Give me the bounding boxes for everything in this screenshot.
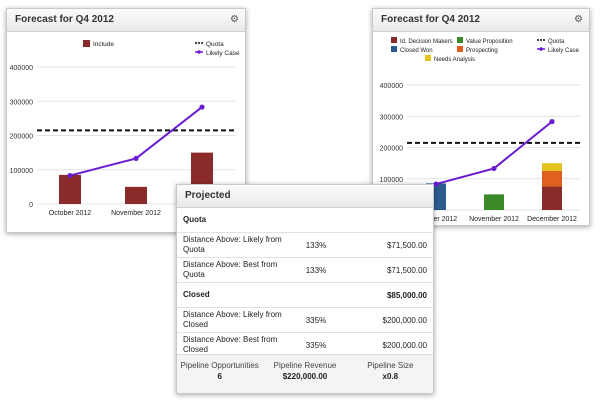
cell-label: Distance Above: Best from Quota	[177, 257, 300, 283]
bar-include	[59, 174, 81, 204]
y-tick-label: 100000	[10, 168, 33, 175]
cell-amount	[355, 208, 433, 233]
legend-closed-won-swatch	[391, 46, 397, 52]
y-tick-label: 0	[29, 202, 33, 209]
cell-pct	[299, 282, 356, 308]
pipeline-size: Pipeline Size x0.8	[348, 355, 433, 393]
cell-amount: $200,000.00	[355, 307, 433, 333]
bar-needs-analysis	[542, 163, 562, 171]
x-tick-label: November 2012	[111, 210, 161, 217]
bar-prospecting	[542, 170, 562, 187]
cell-pct: 133%	[299, 232, 356, 258]
likely-case-line	[69, 106, 203, 177]
projected-table: Quota Distance Above: Likely from Quota 13…	[177, 208, 433, 358]
section-row: Closed $85,000.00	[177, 282, 433, 308]
likely-case-point	[67, 172, 73, 179]
y-tick-label: 400000	[380, 83, 403, 90]
legend-likely-dot	[197, 50, 201, 54]
pipeline-revenue-value: $220,000.00	[282, 372, 328, 381]
y-tick-label: 300000	[10, 99, 33, 106]
likely-case-point	[549, 118, 555, 125]
pipeline-revenue-label: Pipeline Revenue	[273, 361, 337, 370]
y-tick-label: 100000	[380, 177, 403, 184]
pipeline-size-label: Pipeline Size	[367, 361, 414, 370]
pipeline-opportunities-label: Pipeline Opportunities	[180, 361, 259, 370]
section-row: Quota	[177, 208, 433, 233]
y-tick-label: 300000	[380, 114, 403, 121]
legend-swatch-include	[83, 40, 90, 47]
projected-panel: Projected Quota Distance Above: Likely fr…	[176, 184, 434, 394]
bar-id-decision-makers	[542, 186, 562, 210]
legend-include-label: Include	[93, 41, 114, 48]
likely-case-point	[433, 181, 439, 187]
right-forecast-title: Forecast for Q4 2012	[381, 14, 480, 25]
cell-pct: 133%	[299, 257, 356, 283]
gear-icon[interactable]: ⚙	[230, 9, 239, 31]
cell-amount: $71,500.00	[355, 257, 433, 283]
legend-value-proposition-label: Value Proposition	[466, 39, 513, 45]
legend-id-decision-makers-swatch	[391, 37, 397, 43]
cell-label: Quota	[177, 208, 300, 233]
pipeline-summary: Pipeline Opportunities 6 Pipeline Revenu…	[177, 354, 433, 393]
legend-value-proposition-swatch	[457, 37, 463, 43]
pipeline-size-value: x0.8	[382, 372, 399, 381]
y-tick-label: 400000	[10, 65, 33, 72]
table-row: Distance Above: Likely from Quota 133% $71…	[177, 232, 433, 258]
x-tick-label: December 2012	[527, 216, 577, 223]
pipeline-opportunities: Pipeline Opportunities 6	[177, 355, 262, 393]
legend-likely-dot	[539, 47, 543, 51]
x-tick-label: October 2012	[49, 210, 92, 217]
bar-value-proposition	[484, 194, 504, 210]
legend-likely-label: Likely Case	[548, 48, 580, 54]
legend-closed-won-label: Closed Won	[400, 48, 433, 54]
legend-needs-analysis-label: Needs Analysis	[434, 57, 475, 63]
legend-needs-analysis-swatch	[425, 55, 431, 61]
legend-id-decision-makers-label: Id. Decision Makers	[400, 39, 453, 45]
x-tick-label: November 2012	[469, 216, 519, 223]
pipeline-revenue: Pipeline Revenue $220,000.00	[262, 355, 347, 393]
left-forecast-title: Forecast for Q4 2012	[15, 14, 114, 25]
right-forecast-header: Forecast for Q4 2012 ⚙	[373, 9, 589, 32]
cell-amount: $85,000.00	[355, 282, 433, 308]
cell-amount: $71,500.00	[355, 232, 433, 258]
likely-case-point	[133, 155, 139, 162]
legend-quota-label: Quota	[548, 39, 565, 45]
cell-label: Distance Above: Likely from Closed	[177, 307, 300, 333]
pipeline-opportunities-value: 6	[217, 372, 222, 381]
y-tick-label: 200000	[380, 146, 403, 153]
cell-label: Closed	[177, 282, 300, 308]
legend-likely-label: Likely Case	[206, 50, 240, 57]
gear-icon[interactable]: ⚙	[574, 9, 583, 31]
bar-include	[125, 186, 147, 204]
left-forecast-header: Forecast for Q4 2012 ⚙	[7, 9, 245, 32]
legend-quota-label: Quota	[206, 41, 224, 48]
projected-title: Projected	[185, 190, 231, 201]
cell-pct	[299, 208, 356, 233]
y-tick-label: 200000	[10, 134, 33, 141]
cell-label: Distance Above: Likely from Quota	[177, 232, 300, 258]
legend-prospecting-label: Prospecting	[466, 48, 498, 54]
legend-prospecting-swatch	[457, 46, 463, 52]
projected-header: Projected	[177, 185, 433, 208]
cell-pct: 335%	[299, 307, 356, 333]
likely-case-point	[199, 104, 205, 110]
table-row: Distance Above: Likely from Closed 335% $2…	[177, 307, 433, 333]
likely-case-point	[491, 165, 497, 172]
likely-case-line	[435, 120, 553, 186]
table-row: Distance Above: Best from Quota 133% $71,5…	[177, 257, 433, 283]
